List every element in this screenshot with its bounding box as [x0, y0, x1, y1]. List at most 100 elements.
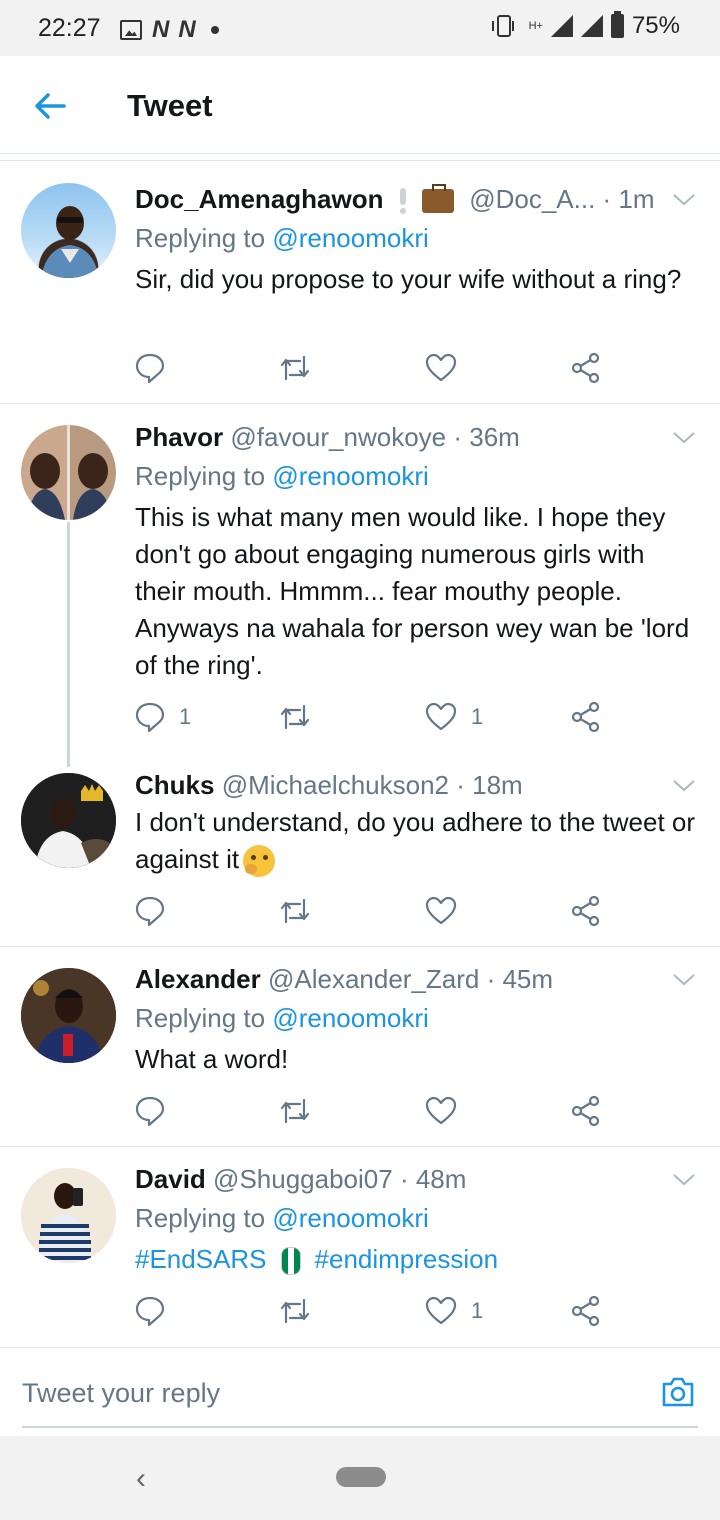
- reply-button[interactable]: [135, 350, 179, 386]
- tweet-text: What a word!: [135, 1044, 289, 1074]
- nigeria-flag-emoji-icon: [280, 1247, 301, 1276]
- hashtag-link[interactable]: #endimpression: [315, 1244, 499, 1274]
- avatar[interactable]: [21, 183, 116, 278]
- back-button[interactable]: [30, 86, 70, 126]
- reply-icon: [135, 896, 165, 927]
- share-icon: [571, 352, 600, 384]
- arrow-left-icon: [35, 93, 66, 119]
- replying-to: Replying to @renoomokri: [135, 1202, 429, 1234]
- vibrate-icon: [491, 15, 514, 37]
- system-icons: H+ 75%: [491, 11, 680, 40]
- tweet-time: · 45m: [486, 964, 554, 994]
- divider: [0, 403, 720, 404]
- share-icon: [571, 1095, 600, 1127]
- like-button[interactable]: [425, 893, 471, 929]
- network-type: H+: [528, 20, 543, 32]
- reply-button[interactable]: 1: [135, 699, 191, 735]
- share-button[interactable]: [571, 1293, 601, 1329]
- mention-link[interactable]: @renoomokri: [272, 1203, 428, 1233]
- mention-link[interactable]: @renoomokri: [272, 461, 428, 491]
- author-name[interactable]: David: [135, 1164, 206, 1194]
- tweet-actions: [135, 1093, 615, 1129]
- like-button[interactable]: 1: [425, 699, 483, 735]
- tweet-text-content: I don't understand, do you adhere to the…: [135, 807, 696, 874]
- hashtag-link[interactable]: #EndSARS: [135, 1244, 267, 1274]
- like-button[interactable]: 1: [425, 1293, 483, 1329]
- author-handle[interactable]: @Shuggaboi07: [213, 1164, 393, 1194]
- reply-composer: Tweet your reply: [0, 1347, 720, 1435]
- retweet-button[interactable]: [278, 1093, 326, 1129]
- share-icon: [571, 895, 600, 927]
- nav-back-button[interactable]: ‹: [136, 1462, 146, 1496]
- retweet-icon: [280, 898, 310, 924]
- mention-link[interactable]: @renoomokri: [272, 1003, 428, 1033]
- author-name[interactable]: Phavor: [135, 422, 223, 452]
- reply-input[interactable]: Tweet your reply: [22, 1378, 220, 1409]
- reply-icon: [135, 1096, 165, 1127]
- chevron-down-icon[interactable]: [672, 779, 696, 793]
- share-button[interactable]: [571, 350, 601, 386]
- n-notification-icon: N: [178, 16, 195, 43]
- tweet-text: This is what many men would like. I hope…: [135, 502, 690, 680]
- tweet-header: Chuks @Michaelchukson2 · 18m: [135, 769, 660, 801]
- reply-input-underline: [22, 1426, 698, 1428]
- tweet-header: Phavor @favour_nwokoye · 36m: [135, 421, 660, 453]
- thinking-face-emoji-icon: [243, 845, 276, 878]
- divider: [0, 1146, 720, 1147]
- heart-icon: [425, 702, 457, 731]
- replying-to-label: Replying to: [135, 223, 266, 253]
- author-handle[interactable]: @Doc_A...: [469, 184, 595, 214]
- heart-icon: [425, 896, 457, 925]
- chevron-down-icon[interactable]: [672, 1173, 696, 1187]
- heart-icon: [425, 353, 457, 382]
- app-header: Tweet: [0, 56, 720, 154]
- n-notification-icon: N: [152, 16, 169, 43]
- retweet-icon: [280, 704, 310, 730]
- retweet-button[interactable]: [278, 699, 326, 735]
- chevron-down-icon[interactable]: [672, 431, 696, 445]
- chevron-down-icon[interactable]: [672, 193, 696, 207]
- avatar-photo: [41, 206, 99, 278]
- tweet-text: I don't understand, do you adhere to the…: [135, 804, 700, 878]
- author-name[interactable]: Alexander: [135, 964, 261, 994]
- avatar-photo: [21, 1168, 116, 1263]
- tweet-text: #EndSARS #endimpression: [135, 1241, 700, 1278]
- avatar[interactable]: [21, 773, 116, 868]
- divider: [0, 946, 720, 947]
- retweet-button[interactable]: [278, 893, 326, 929]
- tweet-text: Sir, did you propose to your wife withou…: [135, 264, 682, 294]
- avatar[interactable]: [21, 968, 116, 1063]
- tweet-header: Alexander @Alexander_Zard · 45m: [135, 963, 660, 995]
- author-name[interactable]: Doc_Amenaghawon: [135, 184, 384, 214]
- reply-button[interactable]: [135, 1093, 179, 1129]
- share-button[interactable]: [571, 1093, 601, 1129]
- signal-icon: [550, 15, 573, 37]
- share-button[interactable]: [571, 699, 601, 735]
- author-handle[interactable]: @Alexander_Zard: [268, 964, 479, 994]
- avatar[interactable]: [21, 425, 116, 520]
- replying-to: Replying to @renoomokri: [135, 1002, 429, 1034]
- more-notifications-icon: [210, 26, 219, 34]
- mention-link[interactable]: @renoomokri: [272, 223, 428, 253]
- nav-home-pill[interactable]: [336, 1467, 386, 1487]
- retweet-icon: [280, 1298, 310, 1324]
- replying-to: Replying to @renoomokri: [135, 222, 429, 254]
- retweet-button[interactable]: [278, 350, 326, 386]
- like-button[interactable]: [425, 1093, 471, 1129]
- author-handle[interactable]: @Michaelchukson2: [222, 770, 449, 800]
- avatar[interactable]: [21, 1168, 116, 1263]
- tweet-time: · 48m: [399, 1164, 467, 1194]
- share-icon: [571, 1295, 600, 1327]
- reply-button[interactable]: [135, 893, 179, 929]
- heart-icon: [425, 1096, 457, 1125]
- retweet-button[interactable]: [278, 1293, 326, 1329]
- like-button[interactable]: [425, 350, 471, 386]
- chevron-down-icon[interactable]: [672, 973, 696, 987]
- system-nav-bar: ‹: [0, 1436, 720, 1520]
- reply-button[interactable]: [135, 1293, 179, 1329]
- author-handle[interactable]: @favour_nwokoye: [230, 422, 446, 452]
- share-button[interactable]: [571, 893, 601, 929]
- tweet-time: · 1m: [602, 184, 655, 214]
- camera-icon[interactable]: [660, 1374, 696, 1410]
- author-name[interactable]: Chuks: [135, 770, 214, 800]
